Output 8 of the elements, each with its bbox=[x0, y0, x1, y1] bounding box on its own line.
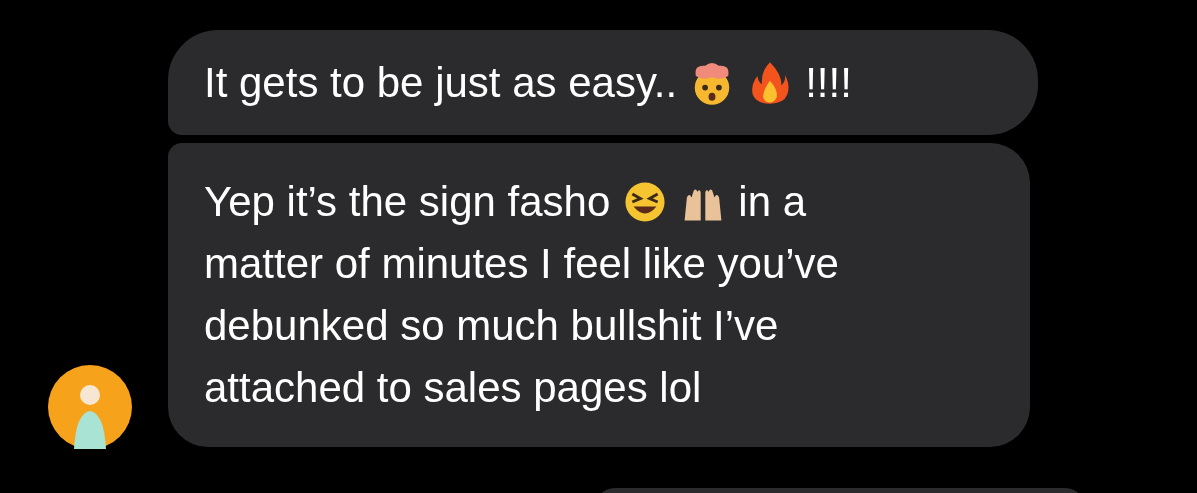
avatar[interactable] bbox=[48, 365, 132, 449]
message-text: matter of minutes I feel like you’ve bbox=[204, 240, 839, 288]
message-text: in a bbox=[738, 178, 807, 226]
message-text: attached to sales pages lol bbox=[204, 364, 702, 412]
message-text: It gets to be just as easy.. bbox=[204, 58, 678, 107]
message-text: Yep it’s the sign fasho bbox=[204, 178, 611, 226]
message-text: debunked so much bullshit I’ve bbox=[204, 302, 779, 350]
message-text: !!!! bbox=[805, 58, 852, 107]
